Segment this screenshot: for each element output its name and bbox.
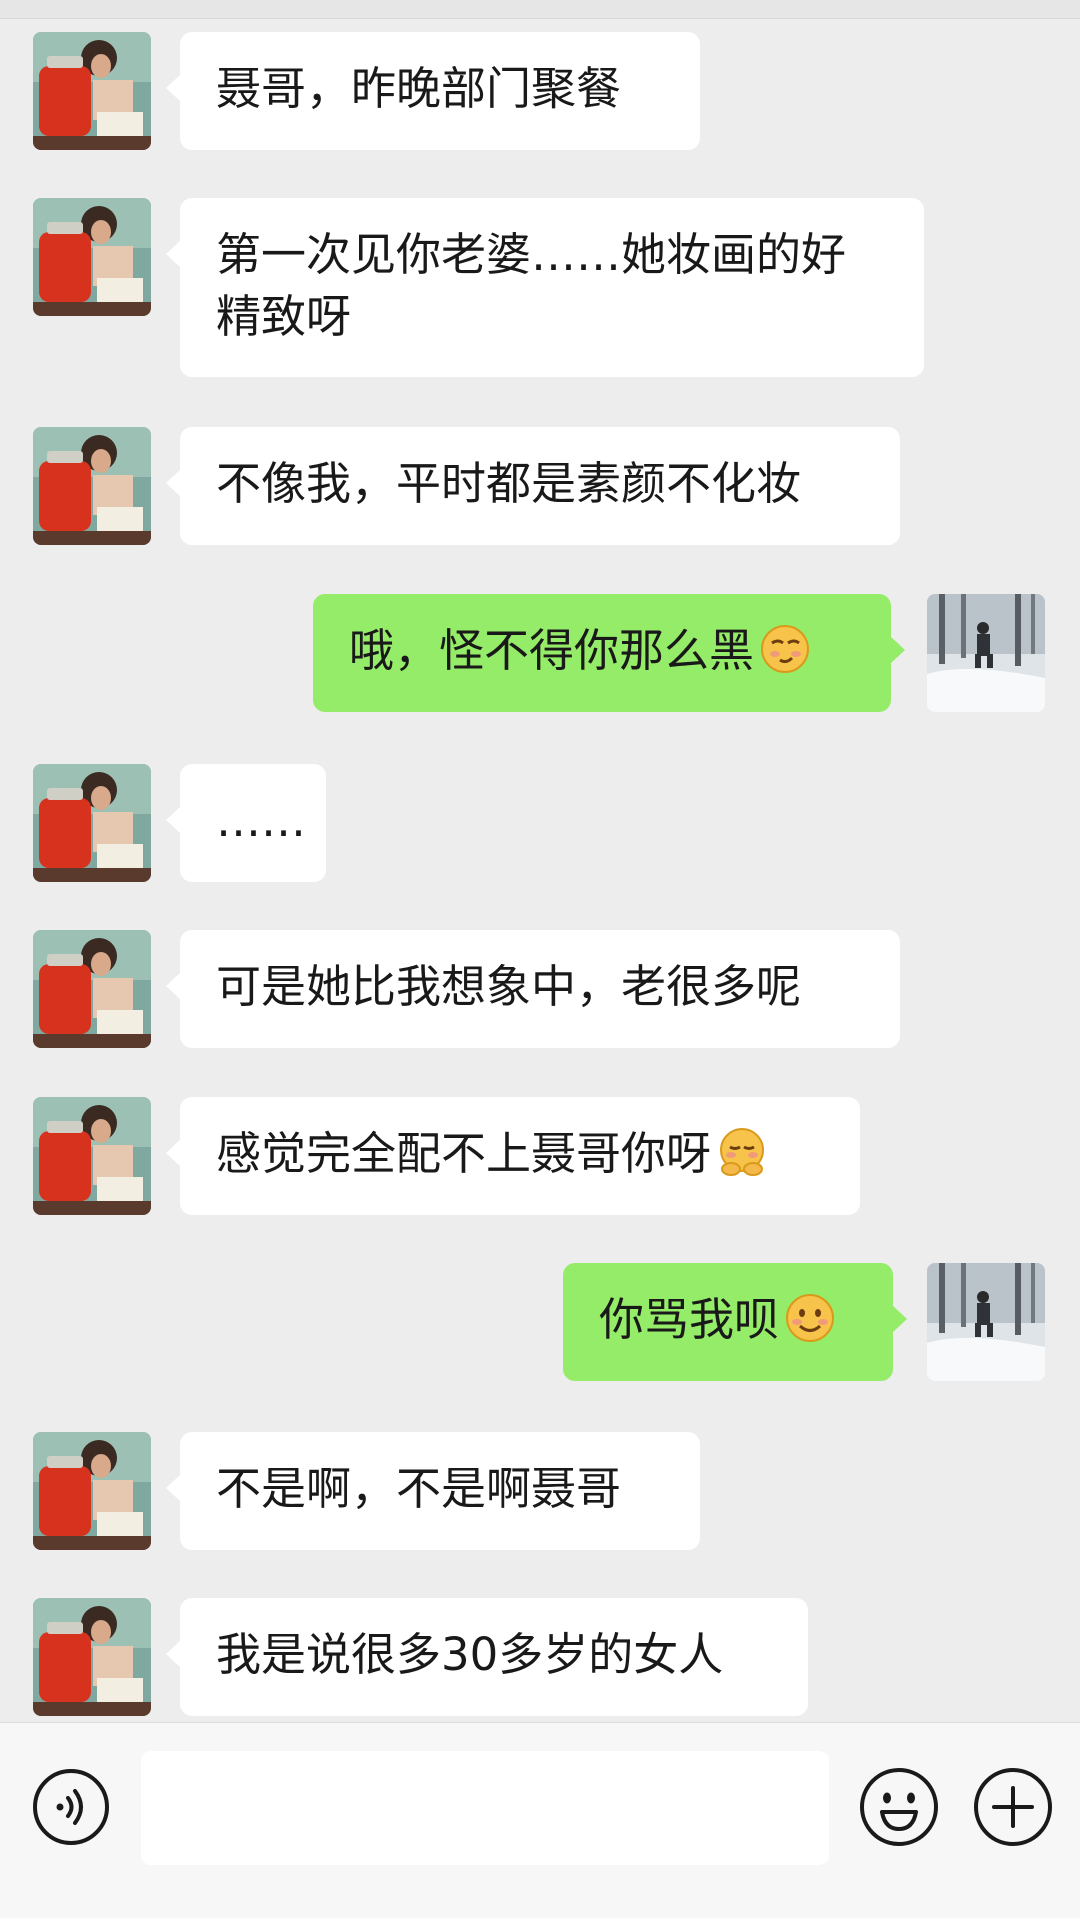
message-bubble-incoming[interactable]: 第一次见你老婆……她妆画的好精致呀 — [166, 198, 924, 377]
contact-avatar[interactable] — [33, 198, 151, 316]
contact-avatar[interactable] — [33, 1097, 151, 1215]
blushing-hands-face-icon — [717, 1127, 767, 1193]
message-text: 聂哥，昨晚部门聚餐 — [216, 62, 622, 115]
message-text: 你骂我呗 — [599, 1293, 780, 1346]
smiling-face-icon — [785, 1293, 835, 1359]
message-bubble-incoming[interactable]: 感觉完全配不上聂哥你呀 — [166, 1097, 860, 1215]
chat-area[interactable]: 聂哥，昨晚部门聚餐 第一次见你老婆……她妆画的好精致呀 不像我，平时都是素颜不化… — [0, 0, 1080, 1720]
contact-avatar[interactable] — [33, 764, 151, 882]
message-text: 我是说很多30多岁的女人 — [216, 1628, 724, 1681]
my-avatar[interactable] — [927, 1263, 1045, 1381]
plus-icon[interactable] — [972, 1766, 1054, 1848]
contact-avatar[interactable] — [33, 427, 151, 545]
message-bubble-incoming[interactable]: 不像我，平时都是素颜不化妆 — [166, 427, 900, 545]
message-bubble-outgoing[interactable]: 你骂我呗 — [563, 1263, 907, 1381]
message-text: 哦，怪不得你那么黑 — [349, 624, 755, 677]
emoji-icon[interactable] — [858, 1766, 940, 1848]
message-text: …… — [216, 794, 306, 847]
message-text: 可是她比我想象中，老很多呢 — [216, 960, 802, 1013]
message-text: 感觉完全配不上聂哥你呀 — [216, 1127, 712, 1180]
message-bubble-incoming[interactable]: 我是说很多30多岁的女人 — [166, 1598, 808, 1716]
message-text: 不是啊，不是啊聂哥 — [216, 1462, 622, 1515]
message-bubble-incoming[interactable]: 聂哥，昨晚部门聚餐 — [166, 32, 700, 150]
contact-avatar[interactable] — [33, 930, 151, 1048]
message-text: 第一次见你老婆……她妆画的好精致呀 — [216, 228, 847, 343]
message-input[interactable] — [141, 1751, 829, 1865]
smirk-face-icon — [760, 624, 810, 690]
voice-icon[interactable] — [32, 1768, 110, 1846]
contact-avatar[interactable] — [33, 1598, 151, 1716]
input-bar — [0, 1722, 1080, 1918]
message-bubble-incoming[interactable]: 可是她比我想象中，老很多呢 — [166, 930, 900, 1048]
message-bubble-outgoing[interactable]: 哦，怪不得你那么黑 — [313, 594, 905, 712]
message-bubble-incoming[interactable]: …… — [166, 764, 326, 882]
contact-avatar[interactable] — [33, 1432, 151, 1550]
message-bubble-incoming[interactable]: 不是啊，不是啊聂哥 — [166, 1432, 700, 1550]
message-text: 不像我，平时都是素颜不化妆 — [216, 457, 802, 510]
contact-avatar[interactable] — [33, 32, 151, 150]
my-avatar[interactable] — [927, 594, 1045, 712]
